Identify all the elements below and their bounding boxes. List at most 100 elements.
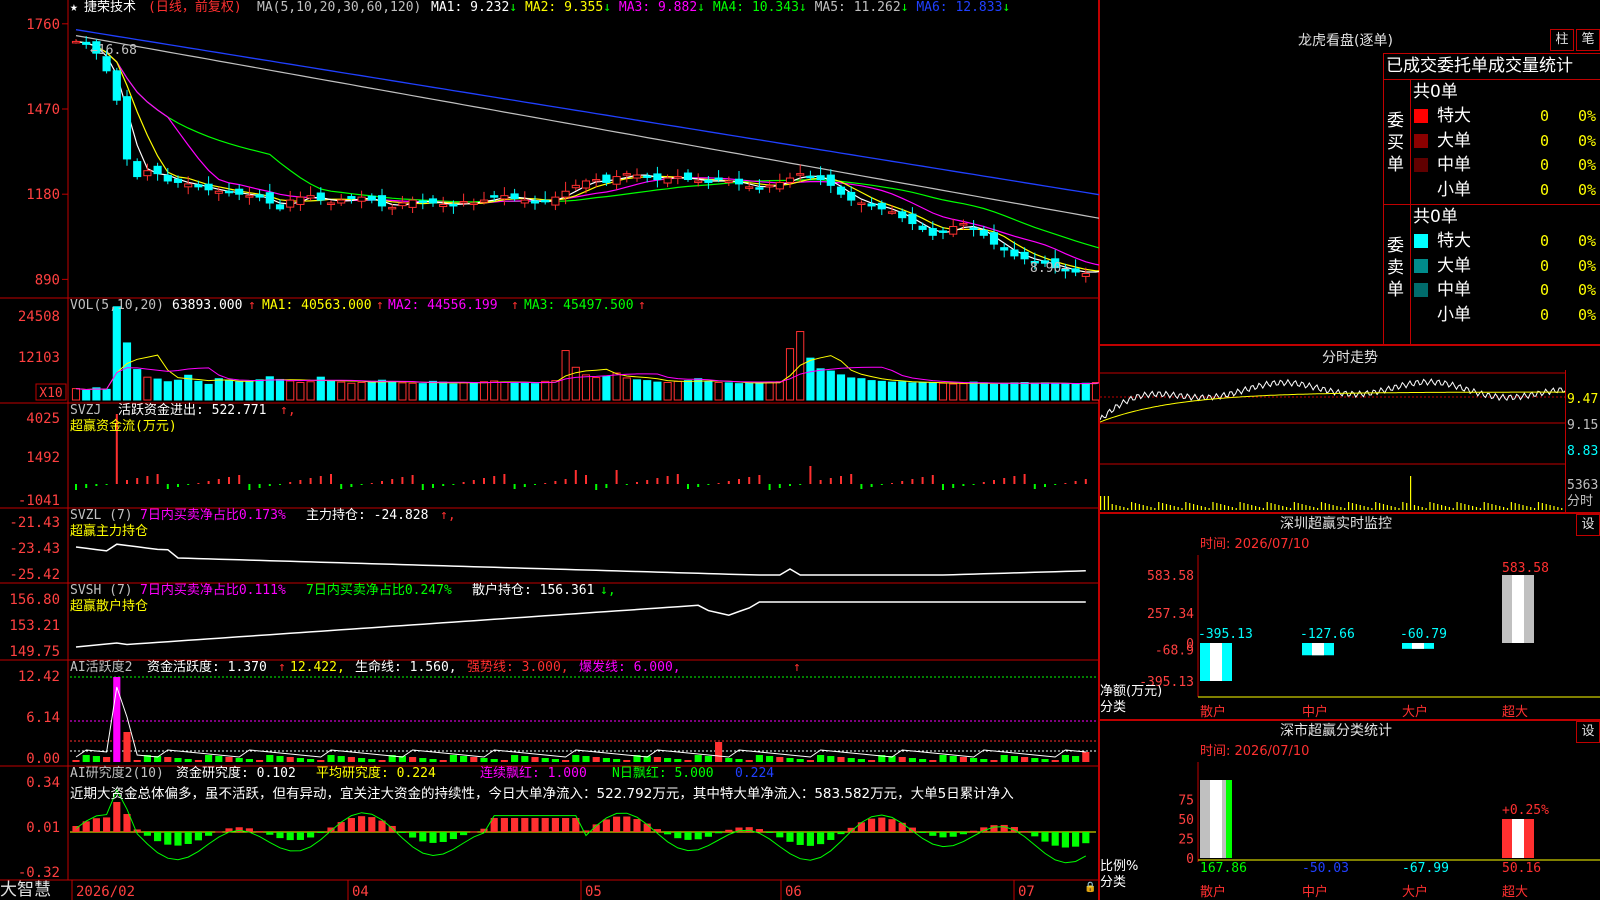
fs-vol-bar	[1553, 506, 1555, 510]
svzj-bar	[1064, 483, 1067, 484]
vol-bar	[887, 381, 897, 401]
fs-vol-bar	[1417, 506, 1419, 510]
ai1-bar	[1021, 757, 1029, 762]
intraday-chart[interactable]	[1100, 370, 1600, 512]
fs-vol-bar	[1107, 496, 1109, 510]
ai1-bar	[980, 759, 988, 762]
fs-vol-bar	[1534, 508, 1536, 510]
star-icon[interactable]: ★	[70, 0, 78, 16]
svzl-arrow: ↑,	[440, 508, 456, 523]
candle	[683, 172, 693, 181]
classify-settings-button[interactable]: 设	[1576, 721, 1600, 743]
bar-mode-button[interactable]: 柱	[1550, 29, 1574, 51]
svzj-bar	[829, 478, 832, 484]
fs-vol-bar	[1456, 502, 1458, 510]
fs-vol-bar	[1506, 508, 1509, 510]
svzj-bar	[299, 480, 302, 484]
ai1-bar	[541, 758, 549, 762]
vol-bar	[918, 382, 927, 401]
ai1-arrow: ↑	[278, 660, 286, 675]
ai1-bar	[235, 758, 243, 762]
ai2-bar	[888, 819, 896, 832]
svzj-bar	[238, 475, 241, 484]
fs-vol-bar	[1371, 508, 1373, 510]
fs-vol-bar	[1402, 502, 1404, 510]
fs-vol-bar	[1200, 506, 1202, 510]
monitor-bar-highlight	[1312, 643, 1324, 656]
ai2-bar	[684, 832, 692, 840]
fs-vol-bar	[1479, 508, 1481, 510]
ai1-bar	[1041, 759, 1049, 762]
svzj-bar	[105, 484, 108, 485]
candle	[490, 195, 499, 198]
vol-bar	[694, 378, 703, 401]
svzj-bar	[207, 481, 210, 484]
fs-vol-bar	[1293, 502, 1295, 510]
monitor-settings-button[interactable]: 设	[1576, 514, 1600, 536]
candle	[949, 226, 958, 235]
vol-bar	[581, 374, 591, 401]
period-label[interactable]: (日线，前复权)	[148, 0, 242, 16]
candle	[500, 195, 509, 200]
candle	[847, 191, 856, 201]
vol-bar	[908, 382, 917, 401]
classify-chart[interactable]: 75 50 25 0 比例%分类 167.86 散户 -50.03 中户 -67.99 大户 50.1…	[1100, 762, 1600, 900]
ai1-bar	[868, 760, 876, 762]
ai2-bar	[704, 832, 712, 837]
svzj-bar	[1054, 484, 1057, 485]
fs-vol-bar	[1231, 507, 1233, 510]
fs-vol-bar	[1193, 504, 1195, 510]
ai2-bar	[307, 832, 315, 838]
svzj-bar	[1013, 476, 1016, 484]
ai2-bar	[755, 829, 763, 832]
svzl-sub: 超赢主力持仓	[70, 524, 149, 539]
main-chart-area[interactable]: 1760 1470 1180 890 ←16.68 8.90→ 24508 12103 X10 4…	[0, 0, 1100, 900]
vol-bar	[1061, 383, 1070, 401]
fs-vol-bar	[1212, 502, 1214, 510]
vol-bar	[224, 379, 234, 401]
ai2-bar	[1031, 832, 1039, 837]
x-tick-label: 07	[1018, 884, 1035, 900]
fs-vol-bar	[1270, 503, 1272, 510]
ai2-bar	[766, 832, 774, 833]
vol-bar	[367, 380, 376, 401]
fs-vol-bar	[1503, 507, 1505, 510]
ai1-bar	[1031, 758, 1039, 762]
fs-vol-bar	[1235, 508, 1237, 510]
ai2-bar	[256, 831, 264, 833]
monitor-bar-label: -127.66	[1300, 627, 1355, 642]
ai2-bar	[92, 818, 100, 832]
svzj-bar	[136, 478, 139, 484]
vol-bar	[1020, 382, 1029, 401]
ai2-bar	[470, 831, 478, 833]
classify-bar-label: -50.03	[1302, 861, 1349, 876]
svzj-bar	[217, 479, 220, 484]
candle	[459, 201, 468, 204]
fs-tick-high: 9.47	[1567, 392, 1599, 407]
svzj-bar	[564, 479, 567, 484]
monitor-ylabel: 净额(万元)	[1100, 684, 1162, 699]
tick-mode-button[interactable]: 笔	[1576, 29, 1600, 51]
candle	[704, 179, 713, 183]
row-count: 0	[1540, 107, 1550, 125]
candle	[826, 174, 835, 186]
vol-bar	[775, 381, 784, 401]
classify-category: 散户	[1200, 884, 1226, 900]
vol-bar	[398, 382, 407, 401]
vol-bar	[153, 378, 162, 401]
candle	[102, 56, 111, 72]
monitor-bar-highlight	[1512, 575, 1524, 643]
candle	[347, 196, 356, 200]
vol-ma1-arrow: ↑	[376, 298, 384, 313]
fs-vol-bar	[1340, 507, 1342, 510]
monitor-chart[interactable]: 583.58257.340-68.9-395.13净额(万元)分类-395.13…	[1100, 555, 1600, 720]
fs-vol-bar	[1487, 503, 1489, 510]
ai1-bar	[990, 760, 998, 762]
ai1-bar	[653, 757, 661, 762]
svzj-bar	[340, 484, 343, 489]
fs-vol-bar	[1541, 503, 1543, 510]
ai1-bar	[358, 758, 366, 762]
svzj-bar	[615, 470, 618, 484]
stock-name[interactable]: 捷荣技术	[84, 0, 136, 16]
ai2-bar	[368, 817, 376, 832]
